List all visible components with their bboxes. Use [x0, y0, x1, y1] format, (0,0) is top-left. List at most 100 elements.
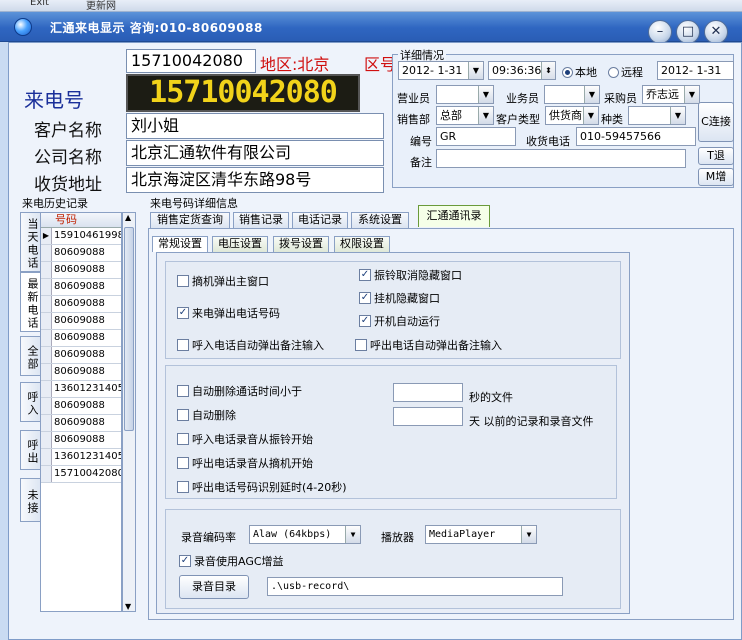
table-row[interactable]: 80609088 [41, 347, 121, 364]
bitrate-select[interactable]: Alaw (64kbps) ▼ [249, 525, 361, 544]
opt-autorun[interactable]: ✓ 开机自动运行 [359, 313, 440, 329]
checkbox-checked-icon: ✓ [359, 269, 371, 281]
chevron-down-icon[interactable]: ▼ [584, 86, 599, 103]
subtab-general[interactable]: 常规设置 [152, 236, 208, 252]
date-picker-2[interactable]: 2012- 1-31 [657, 61, 734, 80]
table-row[interactable]: 80609088 [41, 364, 121, 381]
shipping-address-field[interactable]: 北京海淀区清华东路98号 [126, 167, 384, 193]
connect-button[interactable]: C连接 [698, 102, 734, 142]
opt-out-note[interactable]: 呼出电话自动弹出备注输入 [355, 337, 502, 353]
chevron-down-icon[interactable]: ▼ [345, 526, 360, 543]
subtab-permission[interactable]: 权限设置 [334, 236, 390, 252]
grid-header[interactable]: 号码 [41, 213, 121, 228]
note-field[interactable] [436, 149, 686, 168]
tab-sales-record[interactable]: 销售记录 [233, 212, 289, 228]
seconds-field[interactable] [393, 383, 463, 402]
table-row[interactable]: 80609088 [41, 415, 121, 432]
radio-remote[interactable]: 远程 [608, 64, 643, 80]
subtab-dial[interactable]: 拨号设置 [273, 236, 329, 252]
exit-button[interactable]: T退 [698, 147, 734, 165]
subtab-voltage[interactable]: 电压设置 [212, 236, 268, 252]
row-number: 80609088 [54, 332, 105, 343]
dept-label: 销售部 [397, 113, 430, 126]
customer-type-select[interactable]: 供货商 ▼ [545, 106, 599, 125]
opt-out-delay[interactable]: 呼出电话号码识别延时(4-20秒) [177, 479, 347, 495]
tab-call-record[interactable]: 电话记录 [292, 212, 348, 228]
table-row[interactable]: 13601231405 [41, 381, 121, 398]
opt-ring-hide[interactable]: ✓ 振铃取消隐藏窗口 [359, 267, 462, 283]
table-row[interactable]: ▶ 15910461998 [41, 228, 121, 245]
caller-number-field[interactable]: 15710042080 [126, 49, 256, 73]
dept-select[interactable]: 总部 ▼ [436, 106, 494, 125]
phone-field[interactable]: 010-59457566 [576, 127, 696, 146]
player-select[interactable]: MediaPlayer ▼ [425, 525, 537, 544]
opt-autodel-short[interactable]: 自动删除通话时间小于 [177, 383, 302, 399]
minimize-button[interactable]: – [648, 20, 672, 44]
maximize-button[interactable]: □ [676, 20, 700, 44]
buyer-select[interactable]: 乔志远 ▼ [642, 85, 700, 104]
table-row[interactable]: 80609088 [41, 432, 121, 449]
opt-pickup-popup[interactable]: 摘机弹出主窗口 [177, 273, 269, 289]
staff-select[interactable]: ▼ [544, 85, 600, 104]
time-picker[interactable]: 09:36:36 ⬍ [488, 61, 556, 80]
opt-hangup-hide[interactable]: ✓ 挂机隐藏窗口 [359, 290, 440, 306]
kind-select[interactable]: ▼ [628, 106, 686, 125]
opt-out-rec-pickup[interactable]: 呼出电话录音从摘机开始 [177, 455, 313, 471]
table-row[interactable]: 80609088 [41, 398, 121, 415]
chevron-down-icon[interactable]: ▼ [684, 86, 699, 103]
close-button[interactable]: ✕ [704, 20, 728, 44]
history-grid: 号码 ▶ 15910461998 80609088 80609088 80609088 8… [40, 212, 122, 612]
scroll-up-icon[interactable]: ▲ [125, 213, 131, 222]
tab-latest[interactable]: 最新电话 [20, 272, 40, 332]
tab-system-settings[interactable]: 系统设置 [351, 212, 409, 228]
toolbar-update-label[interactable]: 更新网 [86, 0, 116, 11]
chevron-down-icon[interactable]: ▼ [468, 62, 483, 79]
toolbar-exit-label[interactable]: Exit [30, 0, 49, 8]
scroll-thumb[interactable] [124, 227, 134, 431]
row-header [41, 279, 52, 295]
radio-local-label: 本地 [575, 66, 597, 79]
customer-name-field[interactable]: 刘小姐 [126, 113, 384, 139]
opt-autodel[interactable]: 自动删除 [177, 407, 236, 423]
opt-label: 呼出电话自动弹出备注输入 [370, 339, 502, 352]
opt-in-note[interactable]: 呼入电话自动弹出备注输入 [177, 337, 324, 353]
tab-today[interactable]: 当天电话 [20, 212, 40, 272]
table-row[interactable]: 80609088 [41, 245, 121, 262]
table-row[interactable]: 80609088 [41, 279, 121, 296]
table-row[interactable]: 80609088 [41, 313, 121, 330]
company-name-field[interactable]: 北京汇通软件有限公司 [126, 140, 384, 166]
days-field[interactable] [393, 407, 463, 426]
tab-outgoing[interactable]: 呼出 [20, 430, 40, 470]
tab-contacts[interactable]: 汇通通讯录 [418, 205, 490, 227]
table-row[interactable]: 80609088 [41, 330, 121, 347]
date-picker-1[interactable]: 2012- 1-31 ▼ [398, 61, 484, 80]
tab-missed[interactable]: 未接 [20, 478, 40, 522]
sales-select[interactable]: ▼ [436, 85, 494, 104]
chevron-down-icon[interactable]: ▼ [521, 526, 536, 543]
opt-agc[interactable]: ✓ 录音使用AGC增益 [179, 553, 284, 569]
table-row[interactable]: 13601231405 [41, 449, 121, 466]
row-header [41, 262, 52, 278]
history-scrollbar[interactable]: ▲ ▼ [122, 212, 136, 612]
record-dir-button[interactable]: 录音目录 [179, 575, 249, 599]
record-dir-field[interactable]: .\usb-record\ [267, 577, 563, 596]
opt-in-rec-ring[interactable]: 呼入电话录音从振铃开始 [177, 431, 313, 447]
opt-incoming-popup-number[interactable]: ✓ 来电弹出电话号码 [177, 305, 280, 321]
customer-type-value: 供货商 [549, 109, 582, 122]
add-button[interactable]: M增 [698, 168, 734, 186]
row-number: 80609088 [54, 366, 105, 377]
tab-all[interactable]: 全部 [20, 336, 40, 376]
chevron-down-icon[interactable]: ▼ [670, 107, 685, 124]
code-field[interactable]: GR [436, 127, 516, 146]
table-row[interactable]: 80609088 [41, 296, 121, 313]
scroll-down-icon[interactable]: ▼ [125, 602, 131, 611]
table-row[interactable]: 80609088 [41, 262, 121, 279]
chevron-down-icon[interactable]: ▼ [478, 86, 493, 103]
tab-incoming[interactable]: 呼入 [20, 382, 40, 422]
spinner-icon[interactable]: ⬍ [541, 62, 555, 79]
chevron-down-icon[interactable]: ▼ [583, 107, 598, 124]
table-row[interactable]: 15710042080 [41, 466, 121, 483]
radio-local[interactable]: 本地 [562, 64, 597, 80]
tab-sales-order[interactable]: 销售定货查询 [150, 212, 230, 228]
chevron-down-icon[interactable]: ▼ [478, 107, 493, 124]
